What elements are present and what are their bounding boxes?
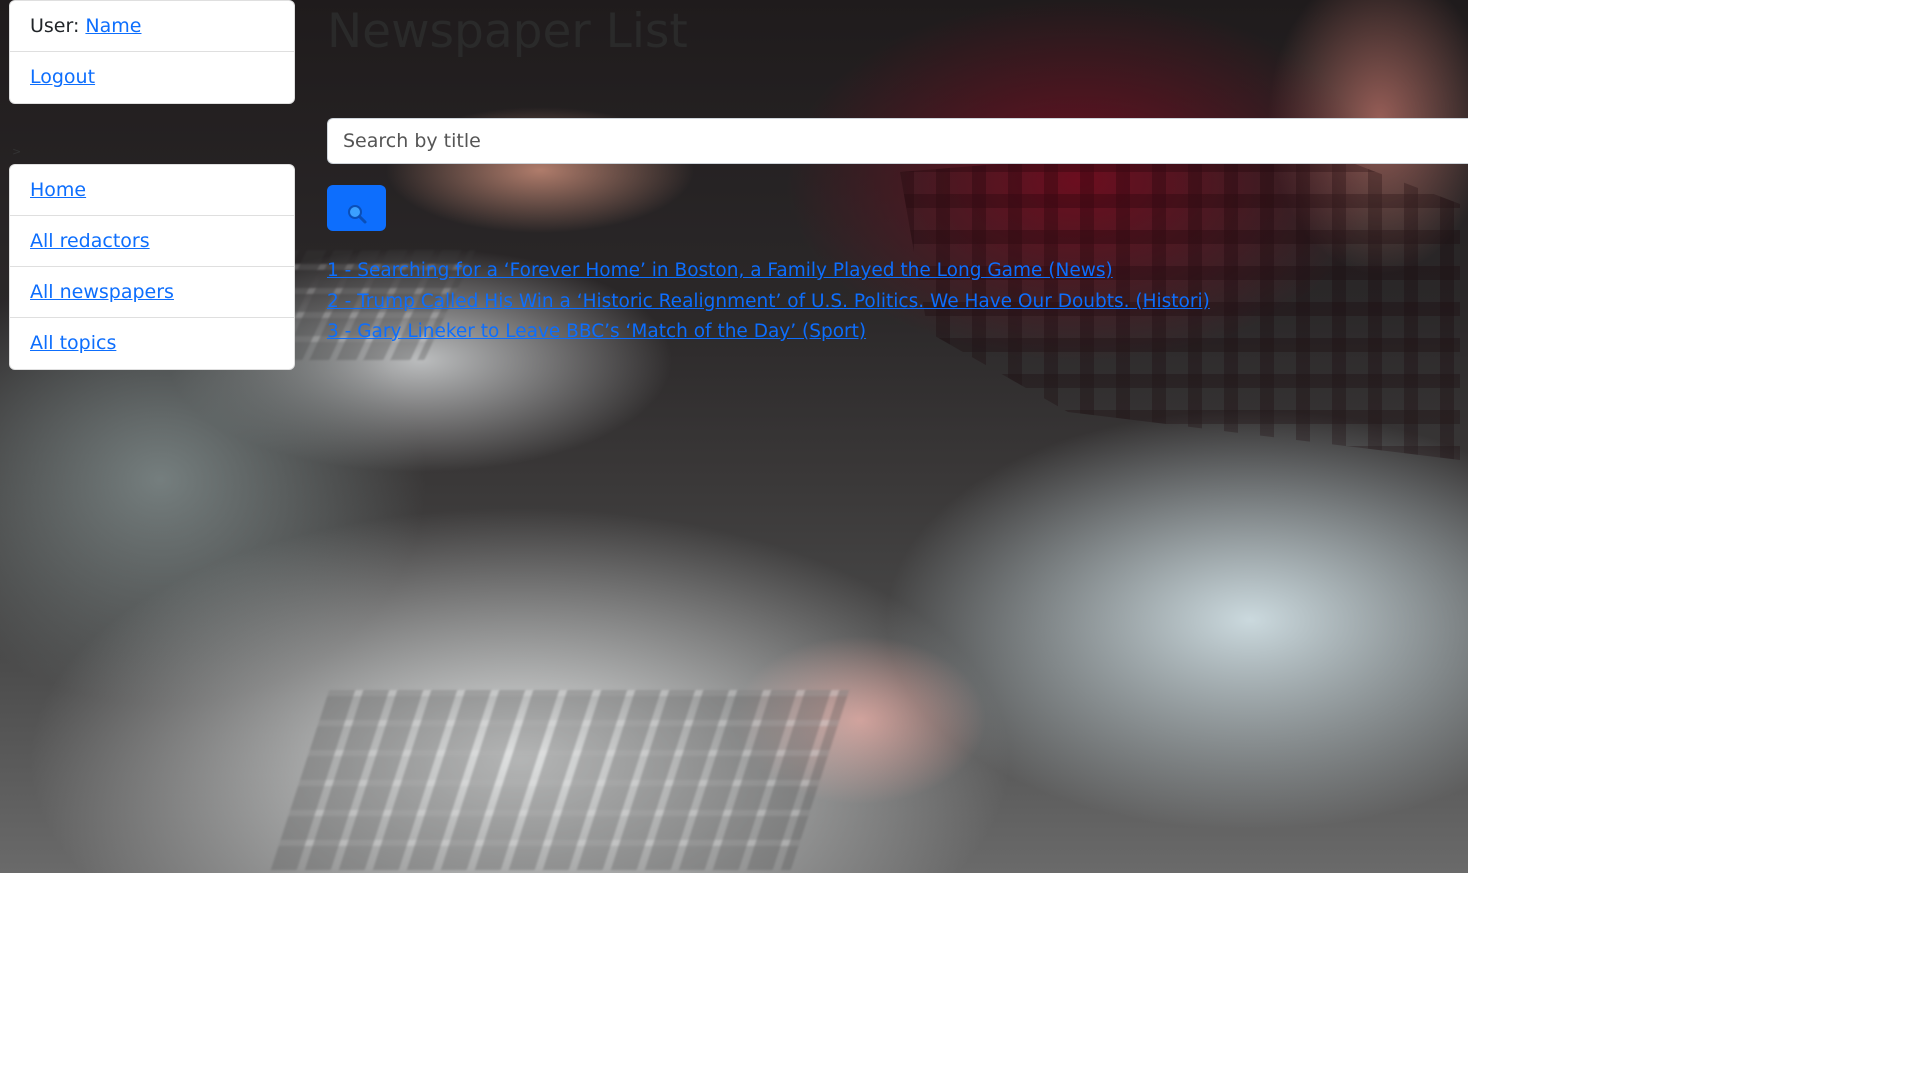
list-item: 1 - Searching for a ‘Forever Home’ in Bo… xyxy=(327,256,1210,287)
logout-link[interactable]: Logout xyxy=(30,66,95,88)
search-button[interactable] xyxy=(327,185,386,231)
nav-item-home: Home xyxy=(10,165,294,216)
sidebar-nav: Home All redactors All newspapers All to… xyxy=(9,164,295,370)
nav-item-newspapers: All newspapers xyxy=(10,267,294,318)
search-input[interactable] xyxy=(327,118,1468,164)
nav-link-home[interactable]: Home xyxy=(30,179,86,201)
page-title: Newspaper List xyxy=(327,4,688,59)
user-name-link[interactable]: Name xyxy=(85,15,141,37)
user-panel: User: Name Logout xyxy=(9,0,295,104)
newspaper-link[interactable]: 1 - Searching for a ‘Forever Home’ in Bo… xyxy=(327,260,1113,281)
nav-link-newspapers[interactable]: All newspapers xyxy=(30,281,174,303)
nav-item-topics: All topics xyxy=(10,318,294,369)
logout-row: Logout xyxy=(10,52,294,103)
newspaper-link[interactable]: 3 - Gary Lineker to Leave BBC’s ‘Match o… xyxy=(327,321,866,342)
user-prefix: User: xyxy=(30,15,86,37)
newspaper-link[interactable]: 2 - Trump Called His Win a ‘Historic Rea… xyxy=(327,291,1210,312)
search-icon xyxy=(347,205,366,224)
nav-item-redactors: All redactors xyxy=(10,216,294,267)
nav-link-redactors[interactable]: All redactors xyxy=(30,230,150,252)
stray-mark: > xyxy=(12,145,22,158)
newspaper-list: 1 - Searching for a ‘Forever Home’ in Bo… xyxy=(327,256,1210,348)
list-item: 3 - Gary Lineker to Leave BBC’s ‘Match o… xyxy=(327,317,1210,348)
background-laptop-keyboard-bottom xyxy=(270,690,850,870)
user-row: User: Name xyxy=(10,1,294,52)
nav-link-topics[interactable]: All topics xyxy=(30,332,116,354)
list-item: 2 - Trump Called His Win a ‘Historic Rea… xyxy=(327,287,1210,318)
